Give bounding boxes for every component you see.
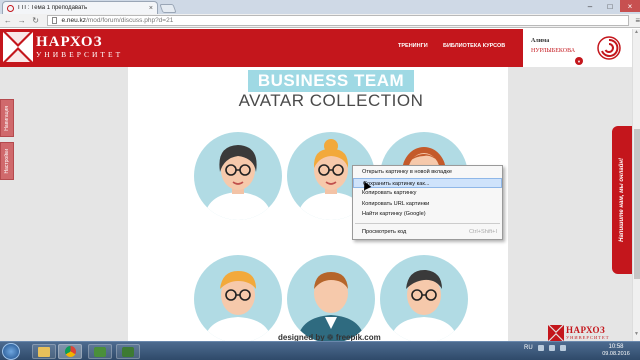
poster-title-line1: BUSINESS TEAM bbox=[248, 70, 414, 92]
scroll-down-icon[interactable]: ▼ bbox=[634, 331, 639, 337]
swirl-logo-icon bbox=[597, 36, 621, 60]
url-host: e.neu.kz bbox=[61, 17, 87, 24]
folder-icon bbox=[38, 346, 50, 357]
sidebar-tab-navigation[interactable]: Навигация bbox=[0, 99, 14, 137]
address-bar[interactable]: e.neu.kz /mod/forum/discuss.php?d=21 bbox=[47, 15, 630, 26]
start-button[interactable] bbox=[2, 343, 20, 360]
ctx-separator bbox=[355, 222, 500, 224]
ctx-open-image-new-tab[interactable]: Открыть картинку в новой вкладке bbox=[353, 167, 502, 178]
ctx-item-label: Копировать URL картинки bbox=[362, 200, 430, 207]
minimize-button[interactable]: – bbox=[580, 0, 600, 12]
avatar-man-dark-hair bbox=[380, 255, 468, 341]
camtasia-icon bbox=[94, 346, 106, 357]
logo-mark-icon bbox=[3, 32, 33, 62]
ctx-item-label: Найти картинку (Google) bbox=[362, 211, 426, 217]
corner-watermark-logo: НАРХОЗ УНИВЕРСИТЕТ bbox=[548, 325, 630, 341]
browser-titlebar: ТТГ: Тема 1 преподавать × – □ × bbox=[0, 0, 640, 14]
tray-network-icon[interactable] bbox=[548, 345, 555, 351]
user-dropdown-icon[interactable]: ▼ bbox=[575, 57, 583, 65]
corner-logo-main: НАРХОЗ bbox=[566, 325, 606, 335]
windows-taskbar: RU 10:58 09.08.2016 bbox=[0, 341, 640, 360]
page-icon bbox=[52, 17, 58, 24]
avatar-man-suit bbox=[287, 255, 375, 341]
system-tray: RU bbox=[524, 345, 566, 351]
scroll-up-icon[interactable]: ▲ bbox=[634, 29, 639, 35]
tray-volume-icon[interactable] bbox=[559, 345, 566, 351]
taskbar-chrome[interactable] bbox=[58, 344, 82, 359]
scroll-thumb[interactable] bbox=[634, 129, 640, 279]
poster-title-line2: AVATAR COLLECTION bbox=[238, 91, 424, 110]
page-scrollbar[interactable]: ▲ ▼ bbox=[632, 29, 640, 341]
browser-tab[interactable]: ТТГ: Тема 1 преподавать × bbox=[2, 1, 158, 14]
poster-credit: designed by ❁ freepik.com bbox=[278, 333, 381, 341]
avatar-man-orange-hair bbox=[194, 255, 282, 341]
chrome-icon bbox=[64, 346, 76, 357]
new-tab-button[interactable] bbox=[159, 4, 177, 13]
user-menu[interactable]: Алима НУРЛЫБЕКОВА ▼ bbox=[523, 29, 632, 67]
chat-help-tab[interactable]: Напишите нам, мы онлайн! bbox=[612, 126, 632, 274]
forward-button[interactable]: → bbox=[16, 15, 28, 27]
corner-logo-sub: УНИВЕРСИТЕТ bbox=[566, 335, 610, 340]
page-viewport: НАРХОЗ УНИВЕРСИТЕТ ТРЕНИНГИ БИБЛИОТЕКА К… bbox=[0, 29, 632, 341]
site-header: НАРХОЗ УНИВЕРСИТЕТ ТРЕНИНГИ БИБЛИОТЕКА К… bbox=[0, 29, 632, 67]
back-button[interactable]: ← bbox=[2, 15, 14, 27]
ctx-inspect[interactable]: Просмотреть код Ctrl+Shift+I bbox=[353, 227, 502, 238]
recorder-icon bbox=[122, 346, 134, 357]
sidebar-tab-navigation-label: Навигация bbox=[4, 105, 10, 131]
tray-clock[interactable]: 10:58 09.08.2016 bbox=[600, 344, 632, 358]
logo-main-text: НАРХОЗ bbox=[36, 34, 103, 50]
tab-title: ТТГ: Тема 1 преподавать bbox=[17, 5, 88, 11]
sidebar-tab-settings-label: Настройки bbox=[4, 148, 10, 174]
ctx-item-label: Копировать картинку bbox=[362, 190, 417, 196]
tray-language[interactable]: RU bbox=[524, 345, 533, 351]
ctx-item-label: Просмотреть код bbox=[362, 228, 407, 235]
clock-time: 10:58 bbox=[608, 344, 624, 350]
ctx-search-image-google[interactable]: Найти картинку (Google) bbox=[353, 209, 502, 220]
nav-course-library[interactable]: БИБЛИОТЕКА КУРСОВ bbox=[443, 43, 505, 49]
site-favicon-icon bbox=[7, 4, 14, 12]
screen: ТТГ: Тема 1 преподавать × – □ × ← → ↻ e.… bbox=[0, 0, 640, 360]
taskbar-camtasia[interactable] bbox=[88, 344, 112, 359]
browser-toolbar: ← → ↻ e.neu.kz /mod/forum/discuss.php?d=… bbox=[0, 14, 640, 28]
corner-logo-mark-icon bbox=[548, 325, 564, 341]
close-window-button[interactable]: × bbox=[620, 0, 640, 12]
clock-date: 09.08.2016 bbox=[602, 351, 630, 357]
avatar-woman-glasses bbox=[194, 132, 282, 220]
ctx-save-image-as[interactable]: Сохранить картинку как... bbox=[353, 177, 502, 188]
taskbar-camtasia-recorder[interactable] bbox=[116, 344, 140, 359]
logo-sub-text: УНИВЕРСИТЕТ bbox=[36, 50, 124, 59]
sidebar-tab-settings[interactable]: Настройки bbox=[0, 142, 14, 180]
context-menu: Открыть картинку в новой вкладке Сохрани… bbox=[352, 165, 503, 240]
maximize-button[interactable]: □ bbox=[600, 0, 620, 12]
ctx-item-label: Открыть картинку в новой вкладке bbox=[362, 169, 452, 175]
ctx-shortcut: Ctrl+Shift+I bbox=[469, 228, 497, 235]
reload-button[interactable]: ↻ bbox=[30, 15, 42, 27]
ctx-copy-image[interactable]: Копировать картинку bbox=[353, 188, 502, 199]
tray-flag-icon[interactable] bbox=[537, 345, 544, 351]
url-path: /mod/forum/discuss.php?d=21 bbox=[86, 17, 174, 24]
tab-close-icon[interactable]: × bbox=[149, 5, 153, 12]
ctx-item-label: Сохранить картинку как... bbox=[363, 180, 430, 187]
taskbar-explorer[interactable] bbox=[32, 344, 56, 359]
nav-trainings[interactable]: ТРЕНИНГИ bbox=[398, 43, 428, 49]
chat-help-label: Напишите нам, мы онлайн! bbox=[619, 158, 625, 242]
user-last-name: НУРЛЫБЕКОВА bbox=[531, 48, 576, 54]
ctx-copy-image-url[interactable]: Копировать URL картинки bbox=[353, 199, 502, 210]
user-first-name: Алима bbox=[531, 38, 550, 44]
site-logo[interactable]: НАРХОЗ УНИВЕРСИТЕТ bbox=[3, 31, 131, 63]
browser-menu-icon[interactable]: ≡ bbox=[635, 16, 640, 25]
